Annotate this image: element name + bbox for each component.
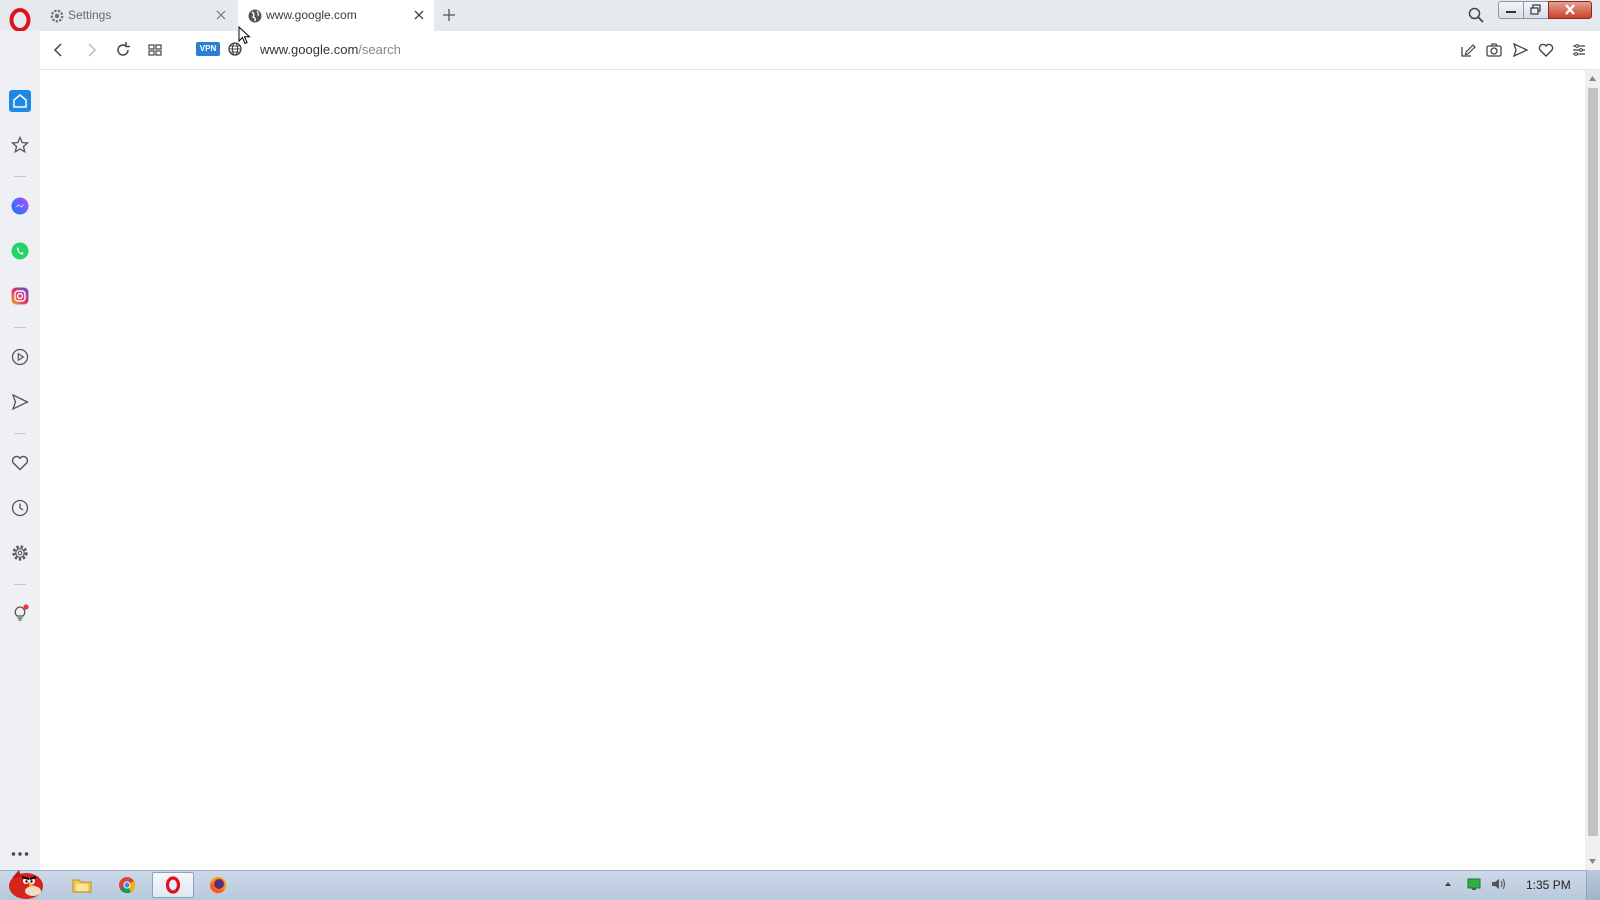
tab-settings[interactable]: Settings (40, 0, 236, 31)
send-flow-icon[interactable] (1511, 41, 1529, 59)
reload-icon[interactable] (114, 41, 132, 59)
tab-label: www.google.com (266, 8, 357, 22)
snapshot-camera-icon[interactable] (1485, 41, 1503, 59)
taskbar-clock[interactable]: 1:35 PM (1526, 878, 1571, 892)
globe-icon (247, 8, 263, 24)
sidebar-separator (14, 176, 26, 177)
minimize-button[interactable] (1498, 1, 1524, 19)
show-hidden-icons-chevron-up-icon[interactable] (1443, 879, 1453, 889)
sidebar-separator (14, 327, 26, 328)
volume-speaker-icon[interactable] (1490, 877, 1506, 891)
tips-bulb-icon[interactable] (10, 603, 30, 623)
flow-send-icon[interactable] (10, 392, 30, 412)
vpn-badge[interactable]: VPN (196, 42, 220, 56)
messenger-icon[interactable] (10, 196, 30, 216)
opera-menu-logo-icon[interactable] (8, 8, 32, 32)
start-button-angry-bird-icon[interactable] (4, 866, 48, 900)
windows-taskbar (0, 870, 1600, 900)
player-icon[interactable] (10, 347, 30, 367)
mouse-cursor-icon (238, 26, 252, 46)
new-tab-plus-icon[interactable] (440, 6, 458, 24)
sidebar-separator (14, 584, 26, 585)
tabs-grid-icon[interactable] (146, 41, 164, 59)
settings-gear-icon[interactable] (10, 543, 30, 563)
instagram-icon[interactable] (10, 286, 30, 306)
tab-label: Settings (68, 8, 112, 22)
easy-setup-menu-icon[interactable] (1570, 41, 1588, 59)
taskbar-opera-icon[interactable] (152, 872, 194, 898)
url-path: /search (358, 42, 401, 57)
network-status-icon[interactable] (1467, 877, 1481, 891)
taskbar-file-explorer-icon[interactable] (62, 872, 102, 898)
whatsapp-icon[interactable] (10, 241, 30, 261)
more-dots-icon[interactable] (10, 844, 30, 864)
back-icon[interactable] (50, 41, 68, 59)
address-field[interactable]: www.google.com/search (260, 42, 401, 57)
easy-setup-edit-icon[interactable] (1459, 41, 1477, 59)
taskbar-chrome-icon[interactable] (107, 872, 147, 898)
tab-google[interactable]: www.google.com (238, 0, 434, 31)
add-to-favorites-heart-icon[interactable] (1537, 41, 1555, 59)
forward-icon[interactable] (82, 41, 100, 59)
sidebar-separator (14, 433, 26, 434)
home-icon[interactable] (9, 90, 31, 112)
close-tab-icon[interactable] (412, 8, 426, 22)
sidebar (0, 31, 40, 870)
scrollbar-thumb[interactable] (1588, 88, 1598, 836)
restore-button[interactable] (1523, 1, 1549, 19)
show-desktop-button[interactable] (1586, 870, 1600, 900)
history-clock-icon[interactable] (10, 498, 30, 518)
taskbar-firefox-icon[interactable] (198, 872, 238, 898)
web-page-content[interactable] (40, 70, 1585, 870)
bookmarks-star-icon[interactable] (10, 135, 30, 155)
close-window-button[interactable] (1548, 1, 1592, 19)
url-host: www.google.com (260, 42, 359, 57)
gear-icon (49, 8, 65, 24)
search-tabs-icon[interactable] (1467, 6, 1485, 24)
favorites-heart-icon[interactable] (10, 453, 30, 473)
close-tab-icon[interactable] (214, 8, 228, 22)
